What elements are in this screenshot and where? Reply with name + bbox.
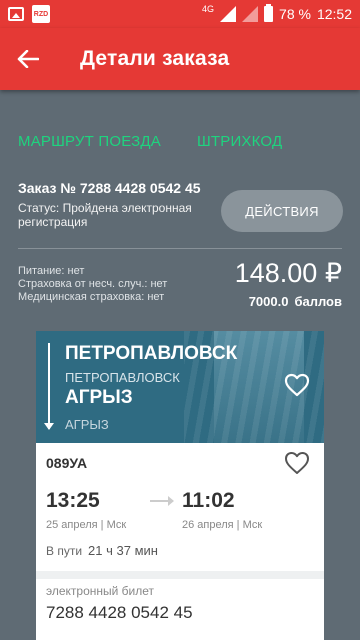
signal-icon	[220, 6, 237, 22]
eticket-label: электронный билет	[46, 584, 155, 598]
arrival-time: 11:02	[182, 489, 235, 512]
order-status: Статус: Пройдена электронная регистрация	[18, 201, 192, 229]
signal-secondary-icon	[242, 6, 259, 22]
route-arrow-down-icon	[44, 423, 54, 430]
divider	[18, 248, 342, 249]
heart-outline-icon	[284, 373, 310, 397]
train-number: 089УА	[46, 455, 88, 471]
heart-outline-icon	[285, 452, 309, 474]
eticket-number: 7288 4428 0542 45	[46, 603, 193, 622]
tab-bar: МАРШРУТ ПОЕЗДА ШТРИХКОД	[0, 118, 360, 164]
arrow-right-icon	[150, 496, 174, 506]
status-bar: RZD 4G 78 % 12:52	[0, 0, 360, 28]
order-info: Заказ № 7288 4428 0542 45 Статус: Пройде…	[18, 180, 218, 229]
order-extras: Питание: нет Страховка от несч. случ.: н…	[18, 265, 167, 304]
order-number: Заказ № 7288 4428 0542 45	[18, 180, 201, 196]
actions-button[interactable]: ДЕЙСТВИЯ	[221, 190, 343, 232]
app-toolbar: Детали заказа	[0, 28, 360, 90]
extra-medical-insurance: Медицинская страховка: нет	[18, 291, 165, 303]
extra-accident-insurance: Страховка от несч. случ.: нет	[18, 278, 168, 290]
arrow-left-icon	[17, 50, 39, 68]
from-station: ПЕТРОПАВЛОВСК	[65, 370, 180, 385]
gallery-notification-icon	[8, 7, 24, 21]
battery-percent: 78 %	[279, 6, 311, 22]
favorite-train-button[interactable]	[284, 451, 310, 480]
app-notification-icon: RZD	[32, 5, 50, 23]
route-hero: ПЕТРОПАВЛОВСК ПЕТРОПАВЛОВСК АГРЫЗ АГРЫЗ	[36, 331, 324, 443]
ticket-card[interactable]: ПЕТРОПАВЛОВСК ПЕТРОПАВЛОВСК АГРЫЗ АГРЫЗ …	[36, 331, 324, 640]
favorite-route-button[interactable]	[284, 373, 310, 402]
extra-meal: Питание: нет	[18, 265, 85, 277]
clock: 12:52	[316, 6, 352, 22]
travel-label: В пути	[46, 544, 83, 558]
card-separator	[36, 571, 324, 579]
route-line	[48, 343, 50, 429]
departure-time: 13:25	[46, 489, 100, 512]
tab-barcode[interactable]: ШТРИХКОД	[197, 133, 282, 150]
tab-train-route[interactable]: МАРШРУТ ПОЕЗДА	[18, 133, 161, 150]
arrival-date: 26 апреля | Мск	[182, 519, 263, 531]
to-city: АГРЫЗ	[65, 387, 133, 408]
travel-duration: В пути 21 ч 37 мин	[46, 543, 158, 558]
schedule: 13:25 11:02	[46, 489, 306, 513]
page-title: Детали заказа	[80, 47, 230, 70]
order-points: 7000.0 баллов	[249, 294, 342, 309]
points-unit: баллов	[294, 294, 342, 309]
departure-date: 25 апреля | Мск	[46, 519, 127, 531]
points-value: 7000.0	[248, 294, 289, 309]
back-button[interactable]	[0, 28, 56, 90]
network-type: 4G	[202, 4, 215, 14]
to-station: АГРЫЗ	[65, 417, 109, 432]
travel-value: 21 ч 37 мин	[88, 543, 158, 558]
from-city: ПЕТРОПАВЛОВСК	[65, 343, 238, 364]
order-price: 148.00 ₽	[234, 258, 342, 288]
battery-icon	[264, 4, 274, 22]
